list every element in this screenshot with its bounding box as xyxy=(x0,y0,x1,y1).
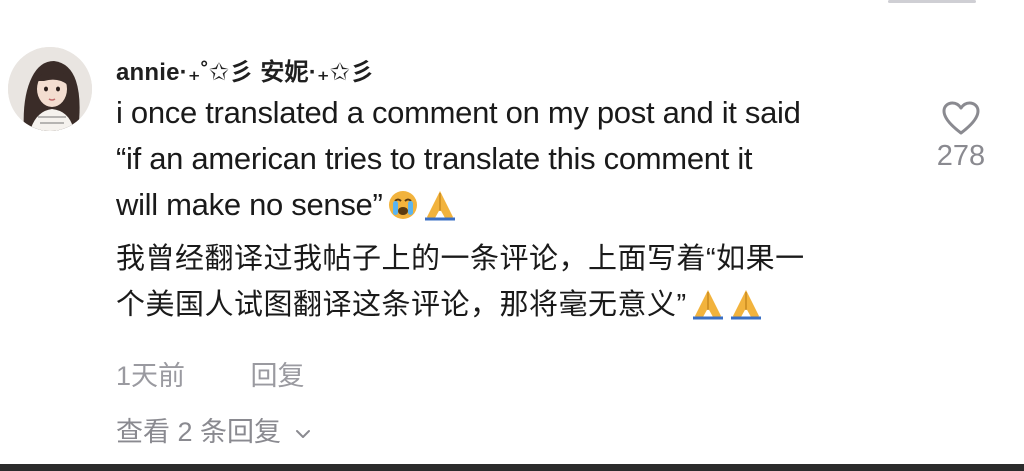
avatar-illustration xyxy=(8,47,92,131)
comment-line-with-emoji: 个美国人试图翻译这条评论，那将毫无意义” xyxy=(116,282,916,334)
comment-line-with-emoji: will make no sense” xyxy=(116,182,916,234)
comment-text-english: i once translated a comment on my post a… xyxy=(116,90,916,234)
heart-outline-icon[interactable] xyxy=(941,100,981,136)
reply-button[interactable]: 回复 xyxy=(251,361,305,391)
comment-meta: 1天前 回复 xyxy=(116,354,305,393)
like-button[interactable]: 278 xyxy=(930,100,992,173)
crying-face-emoji-icon xyxy=(387,188,419,234)
comment-line-text: will make no sense” xyxy=(116,187,383,222)
view-replies-button[interactable]: 查看 2 条回复 xyxy=(116,410,311,449)
comment-line: i once translated a comment on my post a… xyxy=(116,95,801,130)
comment-item: annie·₊˚✩彡 安妮·₊✩彡 i once translated a co… xyxy=(0,0,1024,471)
chevron-down-icon[interactable] xyxy=(295,428,311,440)
comment-line-text: 个美国人试图翻译这条评论，那将毫无意义” xyxy=(116,289,687,321)
comment-text-chinese: 我曾经翻译过我帖子上的一条评论，上面写着“如果一 个美国人试图翻译这条评论，那将… xyxy=(116,236,916,334)
like-count: 278 xyxy=(936,140,986,172)
folded-hands-emoji-icon xyxy=(729,288,763,334)
folded-hands-emoji-icon xyxy=(423,188,457,234)
folded-hands-emoji-icon xyxy=(691,288,725,334)
comment-line: “if an american tries to translate this … xyxy=(116,141,753,176)
comment-timestamp: 1天前 xyxy=(116,361,186,391)
top-divider xyxy=(888,0,976,3)
bottom-edge xyxy=(0,464,1024,471)
avatar[interactable] xyxy=(8,47,92,131)
view-replies-label[interactable]: 查看 2 条回复 xyxy=(116,417,281,447)
comment-line: 我曾经翻译过我帖子上的一条评论，上面写着“如果一 xyxy=(116,243,805,275)
username[interactable]: annie·₊˚✩彡 安妮·₊✩彡 xyxy=(116,52,374,87)
